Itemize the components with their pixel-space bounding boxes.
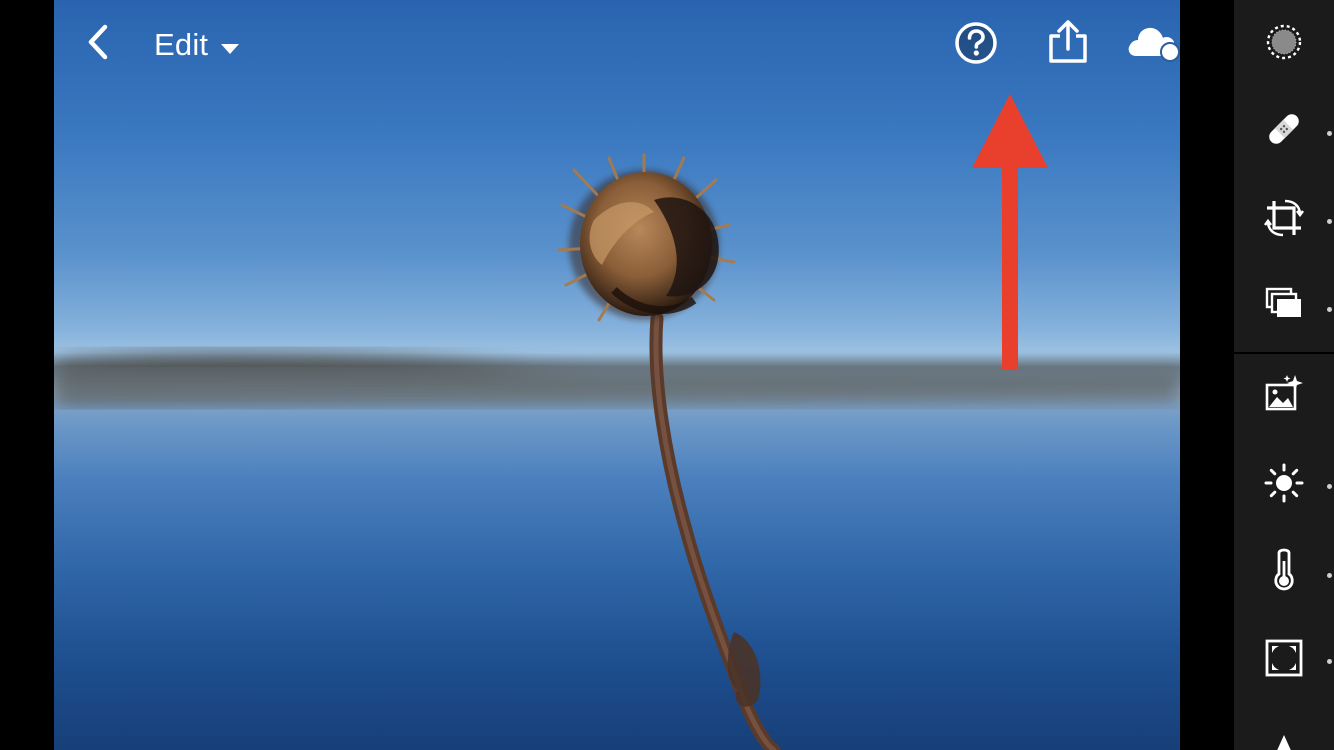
annotation-arrow [972, 94, 1048, 370]
auto-enhance-icon [1263, 373, 1305, 420]
cloud-sync-icon [1126, 22, 1180, 67]
tool-presets-indicator [1327, 307, 1332, 312]
edit-mode-dropdown[interactable]: Edit [154, 24, 240, 66]
cloud-sync-button[interactable] [1124, 18, 1180, 70]
chevron-left-icon [86, 24, 110, 65]
tool-presets-button[interactable] [1256, 278, 1312, 334]
lightroom-edit-screen: Edit [0, 0, 1334, 750]
tool-color-button[interactable] [1256, 544, 1312, 600]
tool-crop-button[interactable] [1256, 192, 1312, 248]
panel-divider [1234, 352, 1334, 354]
tool-detail-button[interactable] [1256, 720, 1312, 750]
tool-healing-indicator [1327, 131, 1332, 136]
tool-selective-button[interactable] [1256, 16, 1312, 72]
presets-icon [1263, 283, 1305, 330]
help-button[interactable] [952, 21, 1000, 69]
tool-color-indicator [1327, 573, 1332, 578]
tool-light-indicator [1327, 484, 1332, 489]
triangle-icon [1263, 725, 1305, 750]
tool-effects-button[interactable] [1256, 632, 1312, 688]
thermometer-icon [1263, 547, 1305, 598]
tool-crop-indicator [1327, 219, 1332, 224]
tool-healing-button[interactable] [1256, 103, 1312, 159]
tool-light-button[interactable] [1256, 457, 1312, 513]
back-button[interactable] [76, 22, 120, 66]
tool-effects-indicator [1327, 659, 1332, 664]
question-circle-icon [954, 21, 998, 70]
selective-brush-icon [1264, 22, 1304, 67]
crop-rotate-icon [1263, 197, 1305, 244]
caret-down-icon [220, 27, 240, 63]
vignette-frame-icon [1263, 637, 1305, 684]
tool-auto-button[interactable] [1256, 368, 1312, 424]
bandage-icon [1263, 108, 1305, 155]
edit-mode-label: Edit [154, 27, 209, 62]
share-icon [1046, 19, 1090, 70]
sun-icon [1263, 462, 1305, 509]
edit-tool-panel [1234, 0, 1334, 750]
share-button[interactable] [1042, 18, 1094, 70]
